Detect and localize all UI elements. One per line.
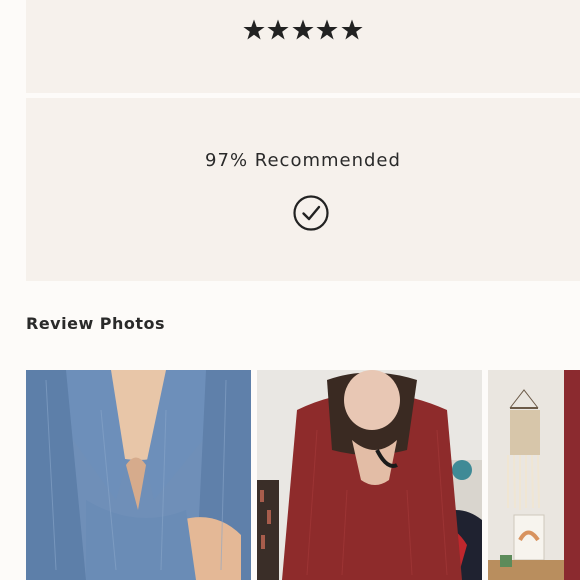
star-icon — [266, 18, 291, 44]
review-photo-blue-sweater[interactable] — [26, 370, 251, 580]
recommend-percentage: 97% Recommended — [205, 150, 401, 171]
star-icon — [340, 18, 365, 44]
review-photos-carousel[interactable] — [26, 370, 580, 580]
rating-card — [26, 0, 580, 93]
star-icon — [242, 18, 267, 44]
check-circle-icon — [292, 194, 330, 232]
review-photo-red-sweater[interactable] — [257, 370, 482, 580]
star-icon — [291, 18, 316, 44]
review-photo-room-wall-hanging[interactable] — [488, 370, 580, 580]
star-rating — [26, 18, 580, 44]
review-photos-title: Review Photos — [26, 314, 166, 333]
recommend-card: 97% Recommended — [26, 98, 580, 281]
star-icon — [315, 18, 340, 44]
